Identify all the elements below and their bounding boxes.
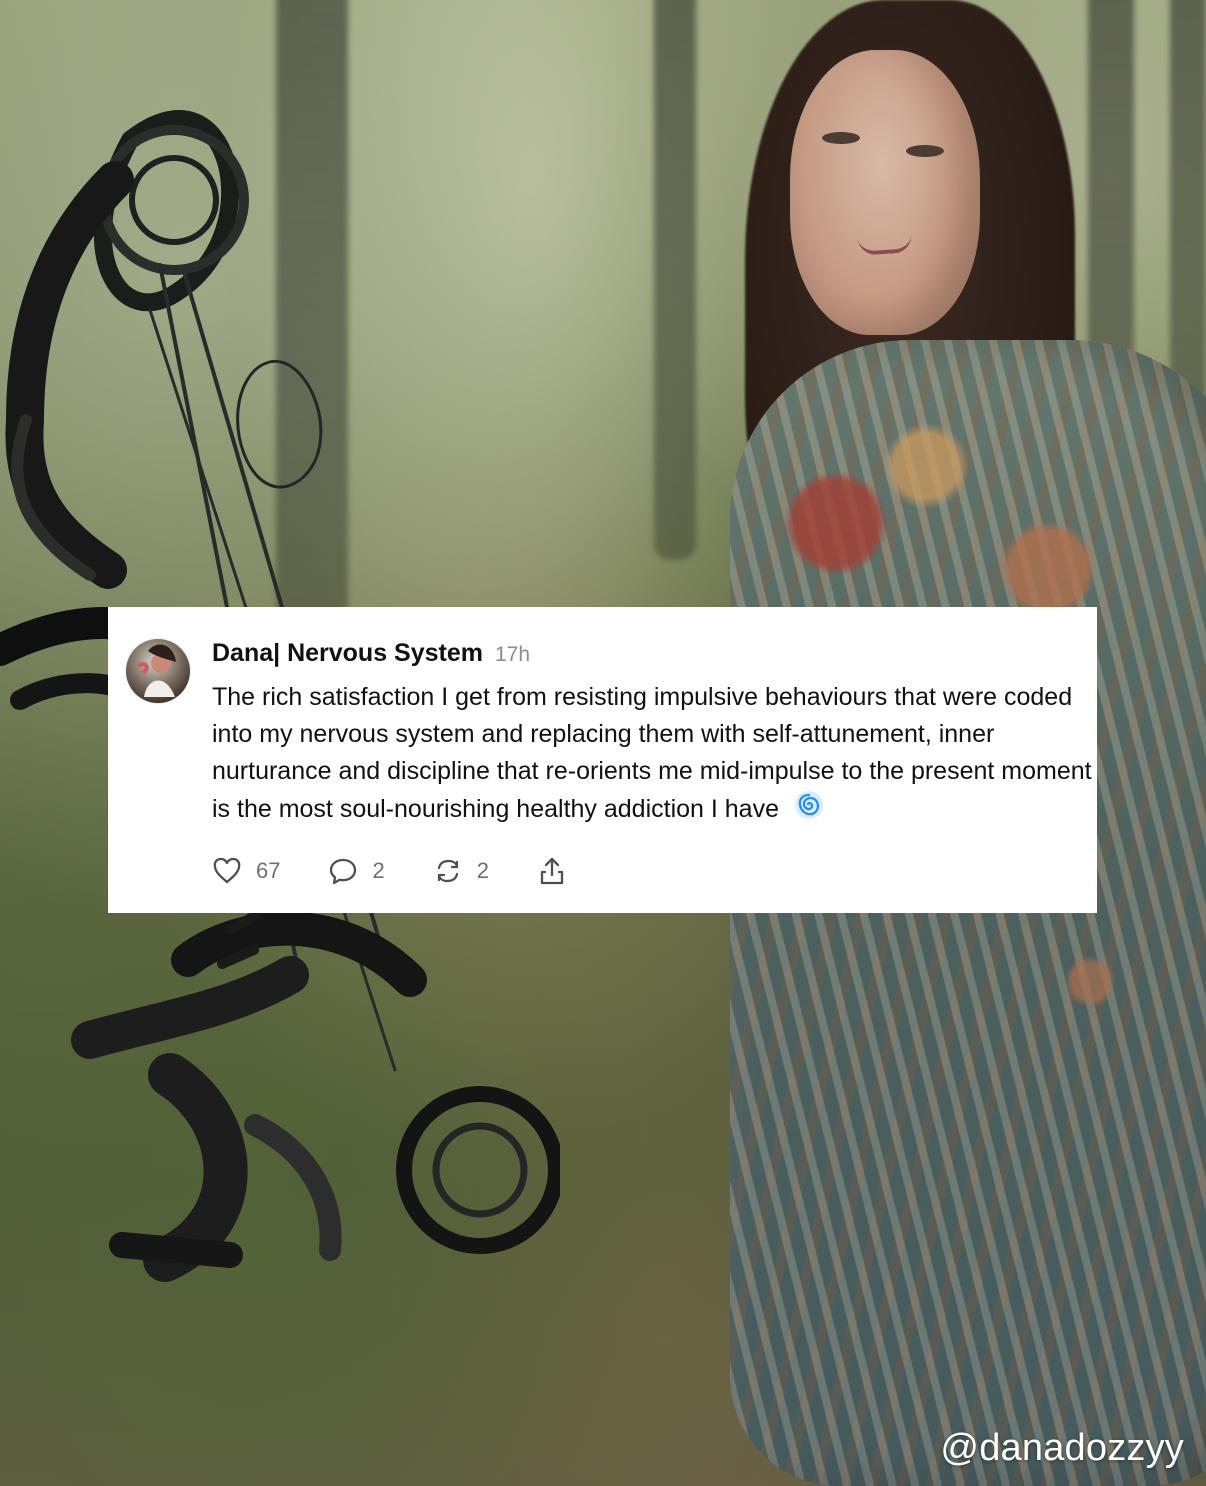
repost-icon [437,859,458,883]
post-header: Dana| Nervous System 17h [212,637,1097,675]
author-name[interactable]: Dana| Nervous System [212,637,483,669]
post-card[interactable]: Dana| Nervous System 17h The rich satisf… [108,607,1097,913]
reply-button[interactable]: 2 [326,854,385,888]
like-count: 67 [256,858,281,883]
eye [822,132,860,144]
eye [906,145,944,157]
avatar[interactable] [126,639,190,703]
repost-button[interactable]: 2 [431,854,489,888]
post-actions: 67 2 2 [210,854,569,888]
social-post-screenshot: Dana| Nervous System 17h The rich satisf… [0,0,1206,1486]
post-time: 17h [495,643,531,666]
swirl-icon [794,790,824,820]
heart-icon [213,857,241,884]
creator-watermark: @danadozzyy [940,1427,1184,1469]
face [790,50,980,335]
floral-dress [730,340,1206,1486]
share-icon [540,857,564,885]
share-button[interactable] [535,854,569,888]
post-text-container: The rich satisfaction I get from resisti… [212,679,1092,828]
background-tree-trunk [276,0,348,700]
reply-count: 2 [372,858,385,883]
like-button[interactable]: 67 [210,854,280,888]
repost-count: 2 [476,858,489,883]
post-text: The rich satisfaction I get from resisti… [212,683,1092,823]
comment-icon [330,858,357,885]
